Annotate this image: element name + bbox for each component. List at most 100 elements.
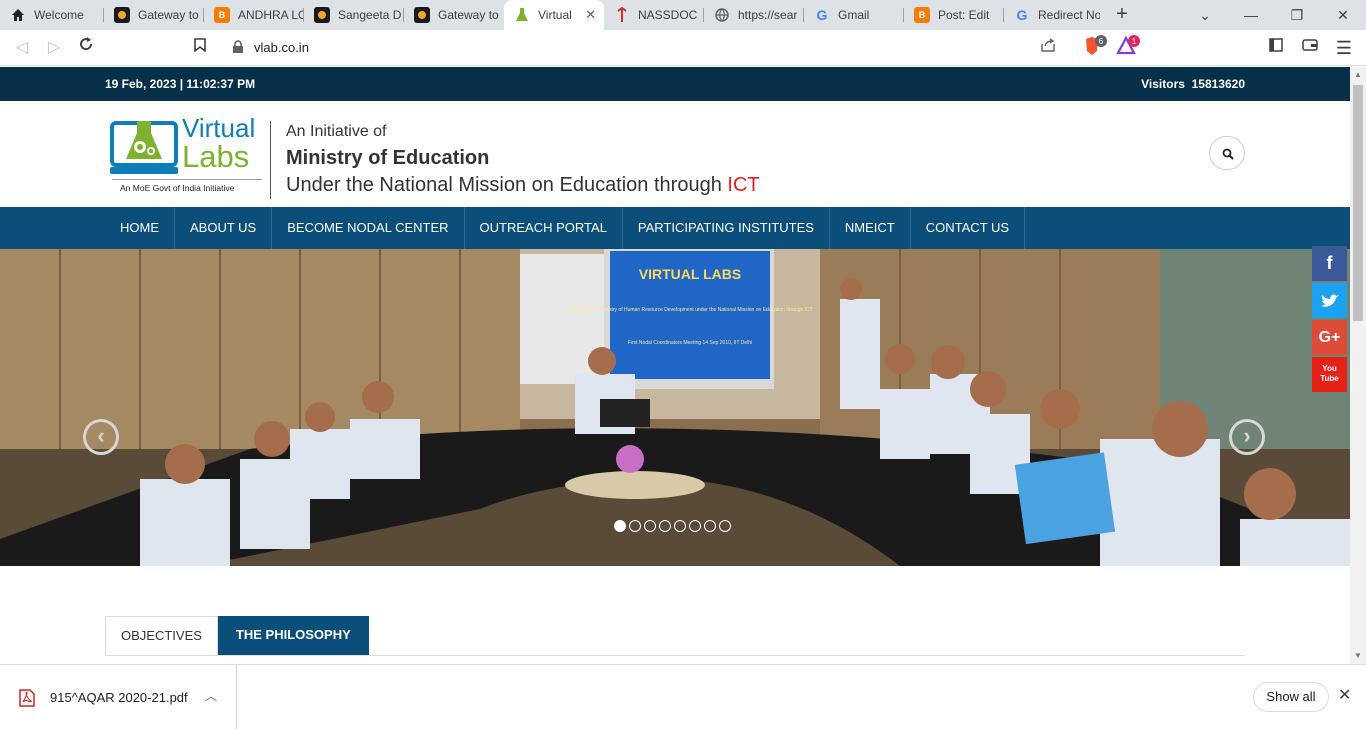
- close-download-bar-icon[interactable]: ✕: [1338, 685, 1351, 705]
- header-divider: [270, 121, 271, 199]
- tab-title: Post: Edit: [938, 8, 990, 22]
- browser-tab[interactable]: Sangeeta D: [304, 0, 404, 30]
- home-icon: [10, 7, 26, 23]
- show-all-button[interactable]: Show all: [1253, 682, 1329, 712]
- nav-home[interactable]: HOME: [105, 207, 175, 249]
- google-icon: G: [816, 7, 828, 23]
- ministry-title: Ministry of Education: [286, 147, 490, 169]
- browser-tab[interactable]: Gateway to: [404, 0, 504, 30]
- youtube-icon[interactable]: You Tube: [1312, 357, 1347, 392]
- nassdoc-icon: [614, 7, 630, 23]
- scrollbar-thumb[interactable]: [1353, 85, 1363, 321]
- url-text: vlab.co.in: [254, 40, 309, 55]
- tab-title: Gateway to: [438, 8, 499, 22]
- main-nav: HOME ABOUT US BECOME NODAL CENTER OUTREA…: [0, 207, 1350, 249]
- minimize-icon[interactable]: —: [1228, 0, 1274, 30]
- nav-contact-us[interactable]: CONTACT US: [911, 207, 1026, 249]
- reload-icon[interactable]: [74, 36, 98, 60]
- browser-tab[interactable]: B ANDHRA LO: [204, 0, 304, 30]
- brave-shields-icon[interactable]: 6: [1082, 35, 1108, 59]
- brave-rewards-icon[interactable]: 1: [1116, 35, 1142, 59]
- browser-tab-active[interactable]: Virtual ✕: [504, 0, 604, 30]
- content-tabs: OBJECTIVES THE PHILOSOPHY: [105, 616, 369, 655]
- slider-dot[interactable]: [719, 520, 731, 532]
- tab-title: Gmail: [838, 8, 870, 22]
- tab-the-philosophy[interactable]: THE PHILOSOPHY: [217, 616, 369, 655]
- visitor-counter: Visitors 15813620: [1141, 77, 1245, 91]
- close-tab-icon[interactable]: ✕: [585, 7, 596, 23]
- tab-search-chevron-icon[interactable]: ⌄: [1182, 0, 1228, 30]
- browser-tab[interactable]: NASSDOC: [604, 0, 704, 30]
- vlab-icon: [514, 7, 530, 23]
- slider-next-arrow[interactable]: ›: [1229, 419, 1265, 455]
- nav-nmeict[interactable]: NMEICT: [830, 207, 911, 249]
- menu-icon[interactable]: ☰: [1332, 36, 1356, 60]
- facebook-icon[interactable]: f: [1312, 246, 1347, 281]
- initiative-text: An Initiative of: [286, 123, 387, 140]
- address-bar[interactable]: vlab.co.in: [186, 34, 1076, 62]
- google-plus-icon[interactable]: G+: [1312, 320, 1347, 355]
- logo-tagline: An MoE Govt of India Initiative: [120, 183, 235, 193]
- rewards-count: 1: [1132, 37, 1137, 46]
- page-scrollbar[interactable]: ▲ ▼: [1350, 67, 1366, 664]
- browser-tab[interactable]: G Redirect No: [1004, 0, 1100, 30]
- back-icon[interactable]: ◁: [10, 36, 34, 60]
- slider-dots: [614, 520, 731, 532]
- tab-title: Gateway to: [138, 8, 199, 22]
- browser-toolbar: ◁ ▷ vlab.co.in 6 1 ☰: [0, 30, 1366, 66]
- nav-outreach-portal[interactable]: OUTREACH PORTAL: [465, 207, 623, 249]
- blogger-icon: B: [914, 7, 930, 23]
- mission-text: Under the National Mission on Education …: [286, 174, 760, 197]
- tab-title: Redirect No: [1038, 8, 1100, 22]
- virtual-labs-logo[interactable]: Virtual Labs An MoE Govt of India Initia…: [108, 111, 266, 197]
- slider-prev-arrow[interactable]: ‹: [83, 419, 119, 455]
- browser-tab[interactable]: Gateway to: [104, 0, 204, 30]
- download-bar: 915^AQAR 2020-21.pdf ︿ Show all ✕: [0, 664, 1366, 729]
- hero-slider: VIRTUAL LABS An initiative of Ministry o…: [0, 249, 1350, 566]
- slider-dot[interactable]: [674, 520, 686, 532]
- datetime: 19 Feb, 2023 | 11:02:37 PM: [105, 77, 256, 91]
- mission-highlight: ICT: [727, 174, 760, 196]
- scroll-up-icon[interactable]: ▲: [1350, 67, 1366, 83]
- mission-label: Under the National Mission on Education …: [286, 174, 722, 196]
- search-button[interactable]: [1209, 136, 1245, 170]
- slider-dot[interactable]: [629, 520, 641, 532]
- twitter-icon[interactable]: [1312, 283, 1347, 318]
- chevron-up-icon[interactable]: ︿: [205, 687, 217, 704]
- share-icon[interactable]: [1036, 36, 1060, 60]
- nav-become-nodal-center[interactable]: BECOME NODAL CENTER: [272, 207, 465, 249]
- slider-dot[interactable]: [659, 520, 671, 532]
- close-window-icon[interactable]: ✕: [1320, 0, 1366, 30]
- tab-underline: [105, 655, 1245, 656]
- sidebar-icon[interactable]: [1264, 36, 1288, 60]
- screen-title: VIRTUAL LABS: [639, 266, 741, 282]
- browser-tab[interactable]: Welcome: [0, 0, 104, 30]
- slider-dot[interactable]: [689, 520, 701, 532]
- nav-participating-institutes[interactable]: PARTICIPATING INSTITUTES: [623, 207, 830, 249]
- site-top-bar: 19 Feb, 2023 | 11:02:37 PM Visitors 1581…: [0, 67, 1350, 101]
- wallet-icon[interactable]: [1298, 36, 1322, 60]
- tab-title: NASSDOC: [638, 8, 698, 22]
- meeting-room-photo: VIRTUAL LABS An initiative of Ministry o…: [0, 249, 1350, 566]
- slider-dot[interactable]: [644, 520, 656, 532]
- tab-objectives[interactable]: OBJECTIVES: [105, 616, 218, 655]
- search-icon: [1222, 148, 1234, 160]
- slider-dot[interactable]: [704, 520, 716, 532]
- scroll-down-icon[interactable]: ▼: [1350, 648, 1366, 664]
- forward-icon[interactable]: ▷: [42, 36, 66, 60]
- slider-dot-active[interactable]: [614, 520, 626, 532]
- browser-tab[interactable]: https://sear: [704, 0, 804, 30]
- browser-tab[interactable]: G Gmail: [804, 0, 904, 30]
- shield-count: 6: [1099, 37, 1104, 46]
- nav-about-us[interactable]: ABOUT US: [175, 207, 273, 249]
- visitors-count: 15813620: [1191, 77, 1245, 91]
- download-item[interactable]: 915^AQAR 2020-21.pdf ︿: [0, 665, 237, 729]
- new-tab-button[interactable]: +: [1110, 3, 1134, 27]
- browser-tab[interactable]: B Post: Edit: [904, 0, 1004, 30]
- gateway-icon: [114, 7, 130, 23]
- tab-title: https://sear: [738, 8, 798, 22]
- gateway-icon: [414, 7, 430, 23]
- restore-icon[interactable]: ❐: [1274, 0, 1320, 30]
- tab-title: Sangeeta D: [338, 8, 402, 22]
- google-icon: G: [1016, 7, 1028, 23]
